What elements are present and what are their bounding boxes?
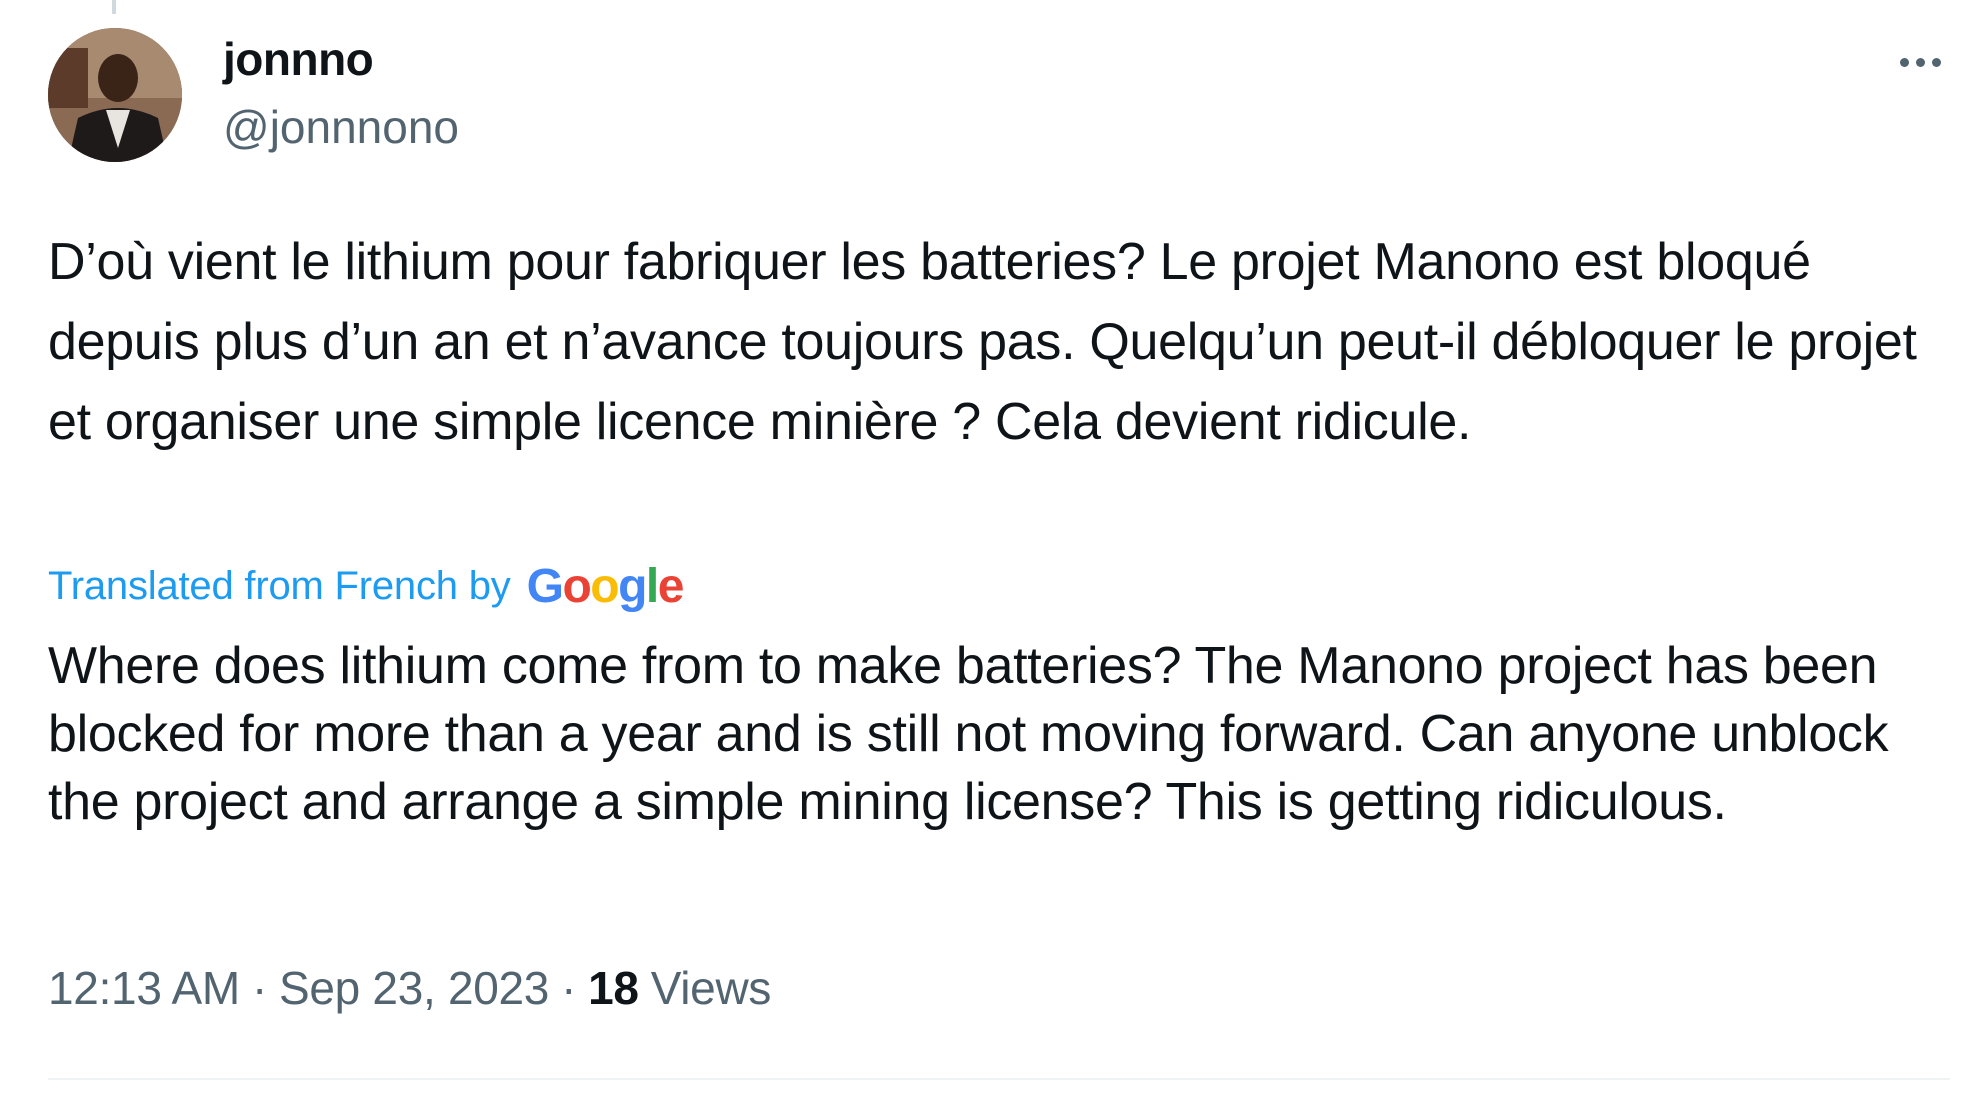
- separator: ·: [561, 962, 577, 1014]
- translated-text: Where does lithium come from to make bat…: [48, 637, 1889, 831]
- dot: [1931, 57, 1941, 67]
- tweet-date[interactable]: Sep 23, 2023: [279, 961, 549, 1015]
- dot: [1915, 57, 1925, 67]
- avatar[interactable]: [48, 28, 182, 162]
- google-logo-letter: o: [562, 559, 591, 613]
- google-logo-letter: e: [657, 559, 685, 613]
- user-handle[interactable]: @jonnnono: [223, 98, 459, 156]
- tweet-metadata: 12:13 AM · Sep 23, 2023 · 18 Views: [48, 958, 771, 1018]
- views-count: 18: [588, 962, 639, 1014]
- translation-attribution: Translated from French by Google: [48, 556, 685, 616]
- more-horizontal-icon[interactable]: [1890, 40, 1950, 84]
- thread-connector-line: [112, 0, 116, 14]
- tweet-text: D’où vient le lithium pour fabriquer les…: [48, 233, 1917, 451]
- google-logo-letter: o: [590, 559, 619, 613]
- google-logo-letter: G: [526, 559, 564, 613]
- google-logo-letter: l: [645, 559, 659, 613]
- google-logo: Google: [526, 559, 685, 614]
- translated-from-link[interactable]: Translated from French by: [48, 564, 511, 609]
- tweet-time[interactable]: 12:13 AM: [48, 961, 240, 1015]
- profile-photo-icon: [48, 28, 182, 162]
- separator: ·: [251, 962, 267, 1014]
- views-label: Views: [650, 962, 772, 1014]
- google-logo-letter: g: [618, 559, 647, 613]
- divider: [48, 1078, 1950, 1080]
- dot: [1899, 57, 1909, 67]
- display-name[interactable]: jonnno: [223, 30, 374, 88]
